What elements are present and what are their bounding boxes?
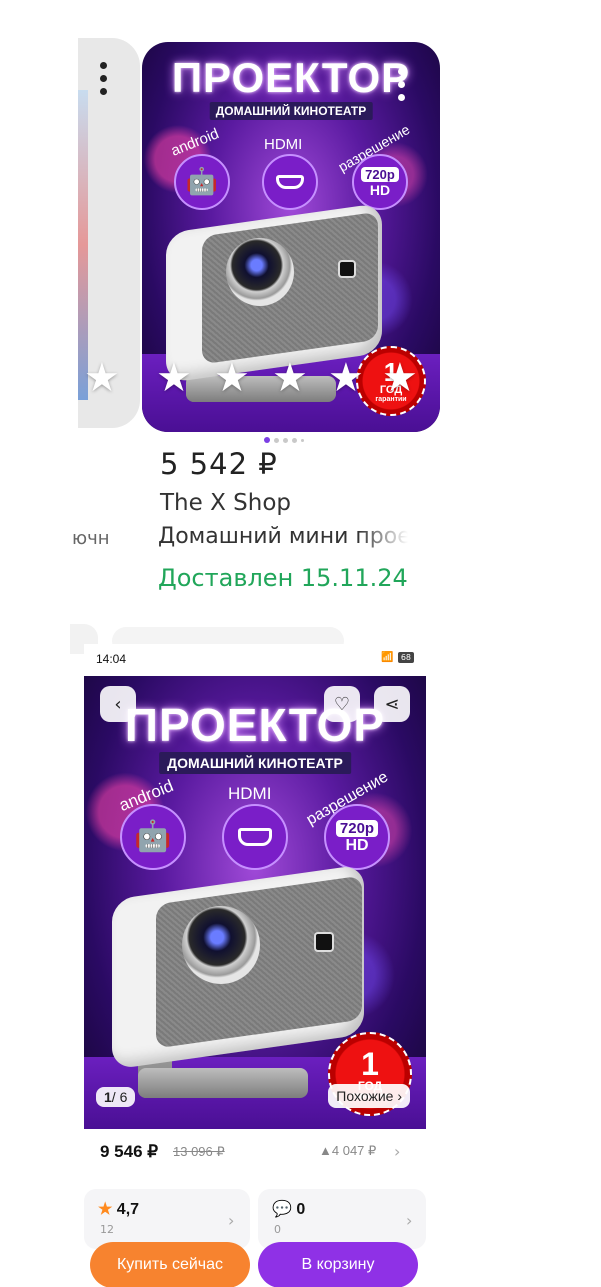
hdmi-caption: HDMI — [264, 136, 303, 153]
resolution-badge: 720p HD — [352, 154, 408, 210]
android-badge: 🤖 — [120, 804, 186, 870]
product-detail-screen: 14:04 📶 68 ПРОЕКТОР ДОМАШНИЙ КИНОТЕАТР a… — [84, 644, 426, 1287]
wifi-icon: 📶 — [381, 652, 394, 663]
android-icon: 🤖 — [185, 167, 219, 197]
detail-product-image[interactable]: ПРОЕКТОР ДОМАШНИЙ КИНОТЕАТР android 🤖 HD… — [84, 676, 426, 1129]
old-price: 13 096 ₽ — [173, 1144, 225, 1159]
hdmi-badge — [262, 154, 318, 210]
hdmi-caption: HDMI — [228, 784, 272, 803]
battery-icon: 68 — [397, 652, 414, 663]
star-icon: ★ — [98, 1201, 113, 1218]
current-price: 9 546 ₽ — [100, 1142, 159, 1161]
back-button[interactable]: ‹ — [100, 686, 136, 722]
rating-star-3-icon: ★ — [272, 355, 308, 401]
rating-star-4-icon: ★ — [328, 355, 364, 401]
more-vertical-icon[interactable] — [398, 68, 406, 107]
resolution-hd: HD — [369, 181, 391, 198]
neighbor-product-name: ючн — [72, 528, 110, 549]
status-icons: 📶 68 — [381, 652, 414, 663]
listing-product-name[interactable]: Домашний мини проектор — [158, 524, 408, 549]
resolution-720p: 720p — [335, 819, 379, 837]
star-icon: ★ — [84, 355, 120, 401]
hdmi-port-icon — [238, 828, 272, 846]
previous-product-card[interactable]: ★ — [78, 38, 140, 428]
status-time: 14:04 — [96, 652, 127, 666]
back-icon: ‹ — [114, 693, 122, 715]
heart-icon: ♡ — [333, 693, 351, 715]
rating-value: ★ 4,7 — [98, 1201, 140, 1218]
image-pager — [264, 437, 304, 443]
android-badge: 🤖 — [174, 154, 230, 210]
chevron-right-icon: › — [394, 1142, 401, 1161]
share-icon: ⋖ — [384, 693, 400, 715]
chevron-right-icon: › — [406, 1211, 413, 1230]
listing-shop-name[interactable]: The X Shop — [160, 490, 291, 516]
hdmi-badge — [222, 804, 288, 870]
poster-subtitle: ДОМАШНИЙ КИНОТЕАТР — [209, 102, 373, 120]
rating-count: 12 — [100, 1223, 114, 1236]
hdmi-port-icon — [275, 174, 305, 190]
product-image[interactable]: ПРОЕКТОР ДОМАШНИЙ КИНОТЕАТР android 🤖 HD… — [142, 42, 440, 432]
buy-now-button[interactable]: Купить сейчас — [90, 1242, 250, 1287]
poster-title: ПРОЕКТОР — [171, 54, 411, 101]
chevron-right-icon: › — [397, 1088, 402, 1104]
price-row[interactable]: 9 546 ₽ 13 096 ₽ ▲4 047 ₽ › — [84, 1132, 426, 1180]
price-drop: ▲4 047 ₽ — [319, 1143, 377, 1158]
resolution-hd: HD — [345, 836, 369, 854]
rating-star-1-icon: ★ — [156, 355, 192, 401]
previous-product-image — [78, 90, 88, 400]
chevron-right-icon: › — [228, 1211, 235, 1230]
add-to-cart-button[interactable]: В корзину — [258, 1242, 418, 1287]
favorite-button[interactable]: ♡ — [324, 686, 360, 722]
poster-subtitle: ДОМАШНИЙ КИНОТЕАТР — [159, 752, 351, 774]
comment-icon: 💬 — [272, 1201, 292, 1218]
rating-star-5-icon: ★ — [382, 355, 418, 401]
more-vertical-icon[interactable] — [100, 62, 108, 101]
rating-card[interactable]: ★ 4,7 12 › — [84, 1189, 250, 1249]
android-icon: 🤖 — [134, 819, 172, 854]
resolution-720p: 720p — [361, 166, 399, 182]
questions-count: 0 — [274, 1223, 281, 1236]
listing-price: 5 542 ₽ — [160, 447, 278, 481]
share-button[interactable]: ⋖ — [374, 686, 410, 722]
delivery-status: Доставлен 15.11.24 — [158, 564, 408, 592]
image-counter: 1/ 6 — [96, 1087, 136, 1107]
questions-card[interactable]: 💬 0 0 › — [258, 1189, 426, 1249]
resolution-badge: 720p HD — [324, 804, 390, 870]
arrow-up-icon: ▲ — [319, 1143, 332, 1158]
questions-value: 💬 0 — [272, 1201, 306, 1218]
rating-star-2-icon: ★ — [214, 355, 250, 401]
similar-button[interactable]: Похожие › — [328, 1084, 410, 1108]
